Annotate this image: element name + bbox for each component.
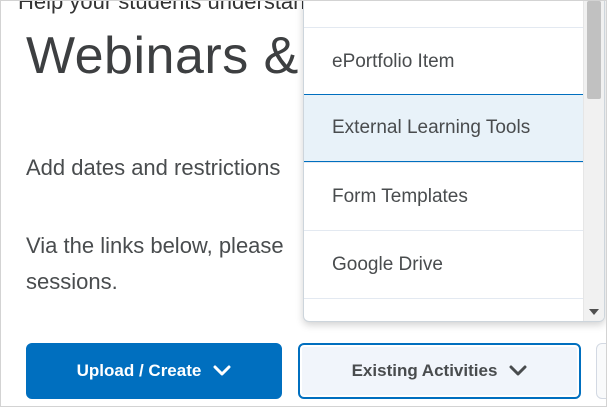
- menu-item-google-drive[interactable]: Google Drive: [304, 230, 584, 298]
- menu-item-label: Google Drive: [332, 253, 443, 275]
- existing-activities-button[interactable]: Existing Activities: [298, 343, 581, 399]
- existing-activities-label: Existing Activities: [351, 361, 498, 380]
- menu-item-label: External Learning Tools: [332, 117, 531, 138]
- upload-create-button[interactable]: Upload / Create: [26, 343, 282, 399]
- menu-scrollbar[interactable]: [583, 0, 604, 321]
- menu-item-form-templates[interactable]: Form Templates: [304, 162, 584, 230]
- existing-activities-dropdown-menu: ePortfolio Item External Learning Tools …: [303, 0, 605, 322]
- scroll-down-arrow-icon[interactable]: [589, 309, 599, 315]
- page-title: Webinars &: [26, 27, 299, 85]
- menu-item-label: ePortfolio Item: [332, 50, 455, 72]
- menu-item-eportfolio-item[interactable]: ePortfolio Item: [304, 27, 584, 95]
- upload-create-label: Upload / Create: [76, 361, 202, 380]
- instruction-text: Add dates and restrictions: [26, 155, 281, 180]
- description-text-line1: Via the links below, please: [26, 233, 284, 258]
- menu-item-external-learning-tools[interactable]: External Learning Tools: [304, 94, 584, 162]
- menu-item-label: Form Templates: [332, 185, 468, 207]
- cutoff-text: Help your students understand: [18, 0, 318, 14]
- scrollbar-thumb[interactable]: [587, 1, 601, 99]
- menu-item-partial[interactable]: [304, 298, 584, 321]
- description-text-line2: sessions.: [26, 269, 118, 294]
- partial-button[interactable]: [596, 343, 607, 399]
- chevron-down-icon: [213, 365, 231, 377]
- chevron-down-icon: [509, 365, 527, 377]
